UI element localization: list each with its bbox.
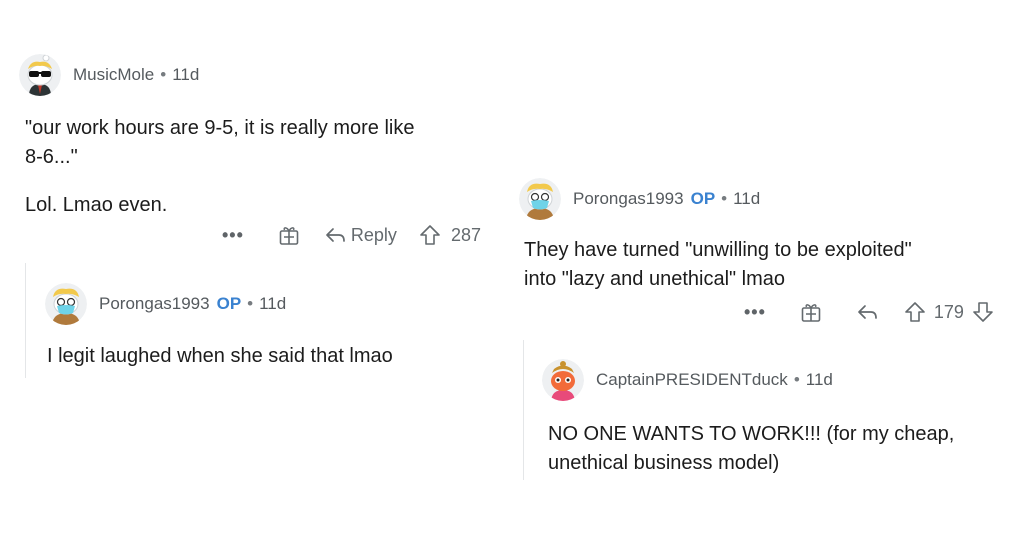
avatar[interactable] (542, 359, 584, 401)
reply-button[interactable]: Reply (351, 225, 397, 246)
reply-arrow-icon[interactable] (324, 225, 346, 245)
avatar[interactable] (45, 283, 87, 325)
snoo-orange-hat-avatar-icon (542, 359, 584, 401)
comment-age: 11d (259, 294, 287, 313)
snoo-mask-avatar-icon (45, 283, 87, 325)
comment-text-line: into "lazy and unethical" lmao (524, 268, 786, 290)
downvote-arrow-icon[interactable] (972, 301, 994, 323)
comment-header: Porongas1993 OP • 11d (519, 178, 760, 220)
comment-text-line: They have turned "unwilling to be exploi… (524, 239, 912, 261)
comment-header: Porongas1993 OP • 11d (45, 283, 286, 325)
username[interactable]: CaptainPRESIDENTduck (596, 370, 788, 390)
award-gift-icon[interactable] (800, 301, 822, 323)
op-badge: OP (216, 294, 242, 313)
comment-age: 11d (172, 65, 200, 84)
thread-line[interactable] (25, 263, 26, 378)
comment-text-line: I legit laughed when she said that lmao (47, 345, 393, 367)
comment-text-line: "our work hours are 9-5, it is really mo… (25, 117, 415, 139)
thread-line[interactable] (523, 340, 524, 480)
separator-dot: • (247, 294, 254, 313)
comment-text-line: Lol. Lmao even. (25, 194, 168, 216)
vote-count: 287 (450, 224, 481, 245)
upvote-arrow-icon[interactable] (419, 224, 441, 246)
username[interactable]: Porongas1993 (573, 189, 684, 209)
avatar[interactable] (519, 178, 561, 220)
comment-age: 11d (733, 189, 761, 208)
comment-action-bar: ••• 179 (744, 301, 994, 323)
comment-body: I legit laughed when she said that lmao (47, 342, 393, 371)
snoo-mask-avatar-icon (519, 178, 561, 220)
reply-arrow-icon[interactable] (856, 302, 878, 322)
more-options-icon[interactable]: ••• (222, 225, 244, 246)
separator-dot: • (160, 65, 167, 84)
more-options-icon[interactable]: ••• (744, 302, 766, 323)
username[interactable]: Porongas1993 (99, 294, 210, 314)
avatar[interactable] (19, 54, 61, 96)
comment-header: CaptainPRESIDENTduck • 11d (542, 359, 833, 401)
separator-dot: • (721, 189, 728, 208)
comment-text-line: NO ONE WANTS TO WORK!!! (for my cheap, (548, 423, 955, 445)
comment-body: "our work hours are 9-5, it is really mo… (25, 114, 414, 220)
comment-text-line: 8-6..." (25, 146, 78, 168)
vote-count: 179 (933, 301, 964, 322)
separator-dot: • (793, 370, 800, 389)
comment-body: NO ONE WANTS TO WORK!!! (for my cheap, u… (548, 420, 954, 478)
snoo-sunglasses-avatar-icon (19, 54, 61, 96)
comment-age: 11d (805, 370, 833, 389)
upvote-arrow-icon[interactable] (904, 301, 926, 323)
comment-text-line: unethical business model) (548, 452, 780, 474)
comment-body: They have turned "unwilling to be exploi… (524, 236, 912, 294)
award-gift-icon[interactable] (278, 224, 300, 246)
comment-action-bar: ••• Reply 287 (222, 224, 481, 246)
op-badge: OP (690, 189, 716, 208)
comment-header: MusicMole • 11d (19, 54, 199, 96)
username[interactable]: MusicMole (73, 65, 154, 85)
